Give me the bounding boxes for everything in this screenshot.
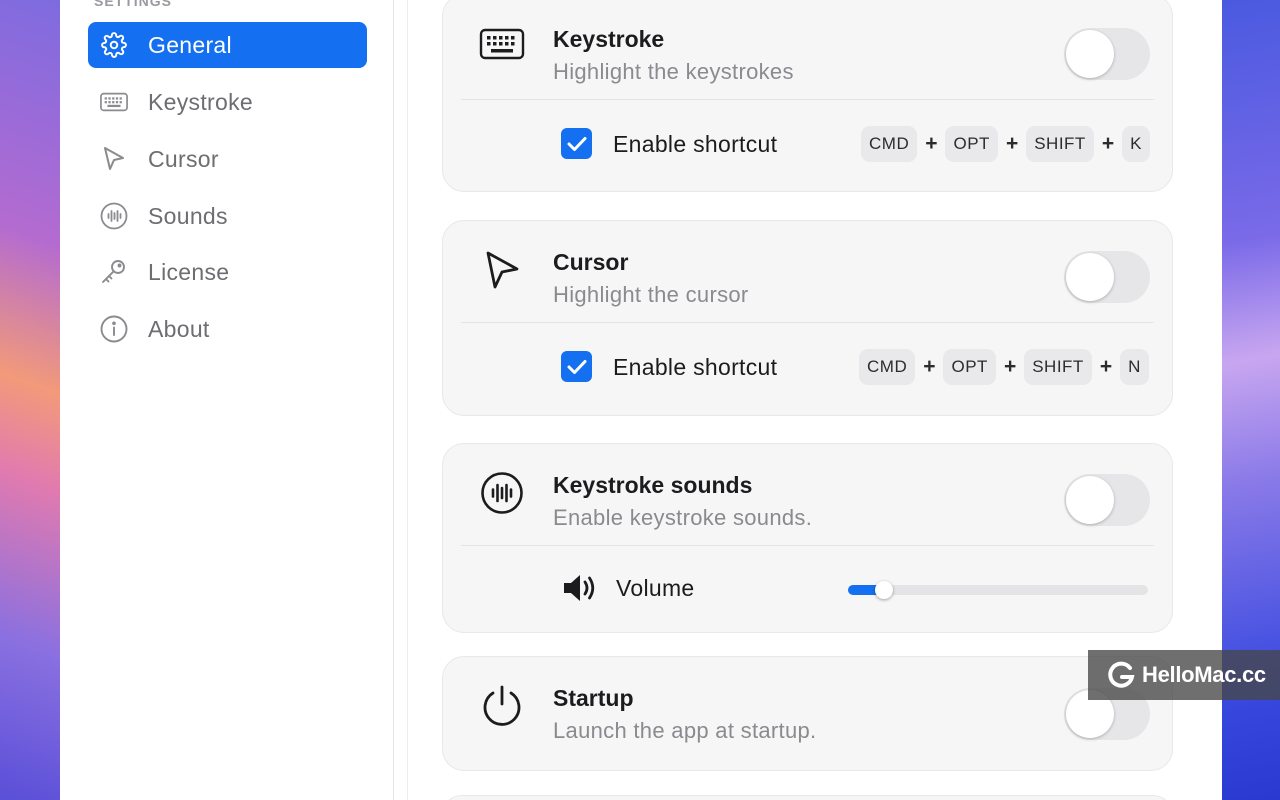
keystroke-card: Keystroke Highlight the keystrokes Enabl… <box>442 0 1173 192</box>
gear-icon <box>100 31 128 59</box>
sidebar-heading: SETTINGS <box>94 0 173 9</box>
next-card <box>442 795 1173 800</box>
key-icon <box>100 258 128 286</box>
watermark-text: HelloMac.cc <box>1142 662 1266 687</box>
shortcut-keys: CMD + OPT + SHIFT + N <box>859 349 1149 385</box>
keyboard-icon <box>477 19 527 69</box>
toggle-knob <box>1066 253 1114 301</box>
sidebar-item-cursor[interactable]: Cursor <box>88 136 367 182</box>
sidebar-item-keystroke[interactable]: Keystroke <box>88 79 367 125</box>
shortcut-key: SHIFT <box>1026 126 1094 162</box>
cursor-icon <box>477 245 527 295</box>
cursor-shortcut-checkbox[interactable] <box>561 351 592 382</box>
cursor-icon <box>100 145 128 173</box>
keyboard-icon <box>100 88 128 116</box>
shortcut-separator: + <box>1101 132 1115 155</box>
keystroke-shortcut-checkbox[interactable] <box>561 128 592 159</box>
cursor-toggle[interactable] <box>1064 251 1150 303</box>
shortcut-separator: + <box>925 132 938 155</box>
sidebar-item-label: Sounds <box>148 202 228 229</box>
power-icon <box>477 681 527 731</box>
shortcut-keys: CMD + OPT + SHIFT + K <box>861 126 1150 162</box>
settings-window: SETTINGS General Keystroke Cursor Sounds… <box>60 0 1222 800</box>
volume-slider[interactable] <box>848 581 1148 599</box>
card-title: Startup <box>553 685 634 711</box>
sidebar-item-label: Cursor <box>148 145 219 172</box>
keystroke-sounds-toggle[interactable] <box>1064 474 1150 526</box>
sidebar-item-label: License <box>148 258 230 285</box>
sidebar-item-about[interactable]: About <box>88 306 367 352</box>
sidebar-item-general[interactable]: General <box>88 22 367 68</box>
checkmark-icon <box>567 359 586 374</box>
shortcut-separator: + <box>1005 132 1019 155</box>
card-title: Keystroke <box>553 26 665 52</box>
startup-card: Startup Launch the app at startup. <box>442 656 1173 771</box>
checkmark-icon <box>567 136 586 151</box>
sidebar-item-label: About <box>148 315 210 342</box>
keystroke-sounds-card: Keystroke sounds Enable keystroke sounds… <box>442 443 1173 633</box>
shortcut-key: SHIFT <box>1024 349 1092 385</box>
shortcut-key: N <box>1120 349 1149 385</box>
card-subtitle: Highlight the cursor <box>553 282 749 307</box>
card-subtitle: Highlight the keystrokes <box>553 59 794 84</box>
divider <box>461 545 1154 546</box>
divider <box>461 322 1154 323</box>
sound-wave-icon <box>477 468 527 518</box>
hellomac-logo-icon <box>1108 661 1135 688</box>
volume-label: Volume <box>616 575 695 601</box>
desktop-wallpaper-left <box>0 0 60 800</box>
shortcut-key: CMD <box>861 126 918 162</box>
card-subtitle: Enable keystroke sounds. <box>553 505 813 530</box>
volume-slider-thumb[interactable] <box>875 581 893 599</box>
shortcut-separator: + <box>1003 355 1017 378</box>
shortcut-label: Enable shortcut <box>613 131 778 157</box>
card-title: Cursor <box>553 249 629 275</box>
shortcut-key: CMD <box>859 349 916 385</box>
sidebar-item-sounds[interactable]: Sounds <box>88 193 367 239</box>
sound-wave-icon <box>100 202 128 230</box>
shortcut-key: OPT <box>945 126 998 162</box>
shortcut-separator: + <box>1099 355 1113 378</box>
cursor-card: Cursor Highlight the cursor Enable short… <box>442 220 1173 416</box>
shortcut-label: Enable shortcut <box>613 354 778 380</box>
card-title: Keystroke sounds <box>553 472 753 498</box>
sidebar: SETTINGS General Keystroke Cursor Sounds… <box>60 0 394 800</box>
watermark: HelloMac.cc <box>1088 650 1280 700</box>
sidebar-item-license[interactable]: License <box>88 249 367 295</box>
sidebar-item-label: Keystroke <box>148 88 253 115</box>
speaker-icon <box>562 572 598 604</box>
divider <box>461 99 1154 100</box>
sidebar-item-label: General <box>148 31 232 58</box>
shortcut-separator: + <box>923 355 936 378</box>
toggle-knob <box>1066 476 1114 524</box>
keystroke-toggle[interactable] <box>1064 28 1150 80</box>
shortcut-key: OPT <box>943 349 996 385</box>
toggle-knob <box>1066 30 1114 78</box>
card-subtitle: Launch the app at startup. <box>553 718 817 743</box>
info-icon <box>100 315 128 343</box>
shortcut-key: K <box>1122 126 1150 162</box>
